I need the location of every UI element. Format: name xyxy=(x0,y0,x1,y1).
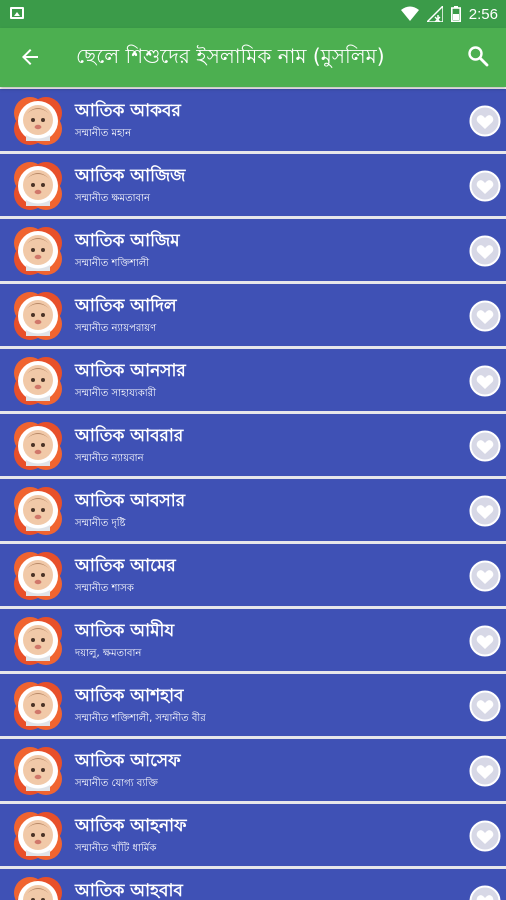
heart-icon[interactable] xyxy=(469,820,501,852)
status-bar: 2:56 xyxy=(0,0,506,28)
list-item[interactable]: আতিক আহবাব xyxy=(0,869,506,900)
meaning-label: সম্মানীত যোগ্য ব্যক্তি xyxy=(75,778,158,789)
list-item[interactable]: আতিক আশহাব সম্মানীত শক্তিশালী, সম্মানীত … xyxy=(0,674,506,739)
heart-icon[interactable] xyxy=(469,235,501,267)
image-notification-icon xyxy=(10,7,24,19)
baby-avatar-icon xyxy=(14,552,62,600)
name-label: আতিক আবরার xyxy=(75,426,184,446)
heart-icon[interactable] xyxy=(469,495,501,527)
name-label: আতিক আবসার xyxy=(75,491,186,511)
page-title: ছেলে শিশুদের ইসলামিক নাম (মুসলিম) xyxy=(76,44,385,68)
meaning-label: সম্মানীত শাসক xyxy=(75,583,134,594)
heart-icon[interactable] xyxy=(469,755,501,787)
heart-icon[interactable] xyxy=(469,560,501,592)
name-label: আতিক আসেফ xyxy=(75,751,181,771)
heart-icon[interactable] xyxy=(469,625,501,657)
meaning-label: সম্মানীত সাহায্যকারী xyxy=(75,388,157,399)
name-label: আতিক আদিল xyxy=(75,296,177,316)
list-item[interactable]: আতিক আসেফ সম্মানীত যোগ্য ব্যক্তি xyxy=(0,739,506,804)
name-label: আতিক আহবাব xyxy=(75,881,183,900)
name-list[interactable]: আতিক আকবর সম্মানীত মহান আতিক আজিজ সম্মান… xyxy=(0,87,506,900)
meaning-label: সম্মানীত দৃষ্টি xyxy=(75,518,126,529)
baby-avatar-icon xyxy=(14,487,62,535)
baby-avatar-icon xyxy=(14,747,62,795)
meaning-label: দয়ালু, ক্ষমতাবান xyxy=(75,648,142,659)
list-item[interactable]: আতিক আহনাফ সম্মানীত খাঁটি ধার্মিক xyxy=(0,804,506,869)
meaning-label: সম্মানীত ক্ষমতাবান xyxy=(75,193,150,204)
baby-avatar-icon xyxy=(14,292,62,340)
heart-icon[interactable] xyxy=(469,690,501,722)
battery-icon xyxy=(450,6,461,22)
heart-icon[interactable] xyxy=(469,885,501,900)
heart-icon[interactable] xyxy=(469,300,501,332)
name-label: আতিক আমের xyxy=(75,556,176,576)
baby-avatar-icon xyxy=(14,162,62,210)
baby-avatar-icon xyxy=(14,682,62,730)
baby-avatar-icon xyxy=(14,877,62,900)
name-label: আতিক আজিম xyxy=(75,231,180,251)
list-item[interactable]: আতিক আবসার সম্মানীত দৃষ্টি xyxy=(0,479,506,544)
baby-avatar-icon xyxy=(14,227,62,275)
meaning-label: সম্মানীত শক্তিশালী xyxy=(75,258,150,269)
baby-avatar-icon xyxy=(14,357,62,405)
list-item[interactable]: আতিক আবরার সম্মানীত ন্যায়বান xyxy=(0,414,506,479)
name-label: আতিক আমীয xyxy=(75,621,175,641)
baby-avatar-icon xyxy=(14,422,62,470)
list-item[interactable]: আতিক আমের সম্মানীত শাসক xyxy=(0,544,506,609)
meaning-label: সম্মানীত শক্তিশালী, সম্মানীত বীর xyxy=(75,713,206,724)
name-label: আতিক আশহাব xyxy=(75,686,184,706)
signal-icon xyxy=(426,6,443,22)
list-item[interactable]: আতিক আজিম সম্মানীত শক্তিশালী xyxy=(0,219,506,284)
list-item[interactable]: আতিক আনসার সম্মানীত সাহায্যকারী xyxy=(0,349,506,414)
name-label: আতিক আকবর xyxy=(75,101,181,121)
meaning-label: সম্মানীত ন্যায়পরায়ণ xyxy=(75,323,157,334)
name-label: আতিক আনসার xyxy=(75,361,186,381)
search-icon[interactable] xyxy=(466,44,490,68)
heart-icon[interactable] xyxy=(469,170,501,202)
heart-icon[interactable] xyxy=(469,105,501,137)
list-item[interactable]: আতিক আমীয দয়ালু, ক্ষমতাবান xyxy=(0,609,506,674)
name-label: আতিক আহনাফ xyxy=(75,816,187,836)
status-icons: 2:56 xyxy=(400,4,498,24)
meaning-label: সম্মানীত ন্যায়বান xyxy=(75,453,144,464)
meaning-label: সম্মানীত খাঁটি ধার্মিক xyxy=(75,843,157,854)
app-bar: ছেলে শিশুদের ইসলামিক নাম (মুসলিম) xyxy=(0,28,506,87)
list-item[interactable]: আতিক আকবর সম্মানীত মহান xyxy=(0,89,506,154)
wifi-icon xyxy=(400,6,419,21)
baby-avatar-icon xyxy=(14,812,62,860)
arrow-left-icon[interactable] xyxy=(18,45,42,69)
list-item[interactable]: আতিক আদিল সম্মানীত ন্যায়পরায়ণ xyxy=(0,284,506,349)
meaning-label: সম্মানীত মহান xyxy=(75,128,132,139)
list-item[interactable]: আতিক আজিজ সম্মানীত ক্ষমতাবান xyxy=(0,154,506,219)
name-label: আতিক আজিজ xyxy=(75,166,186,186)
baby-avatar-icon xyxy=(14,97,62,145)
heart-icon[interactable] xyxy=(469,430,501,462)
heart-icon[interactable] xyxy=(469,365,501,397)
baby-avatar-icon xyxy=(14,617,62,665)
clock: 2:56 xyxy=(468,5,498,23)
